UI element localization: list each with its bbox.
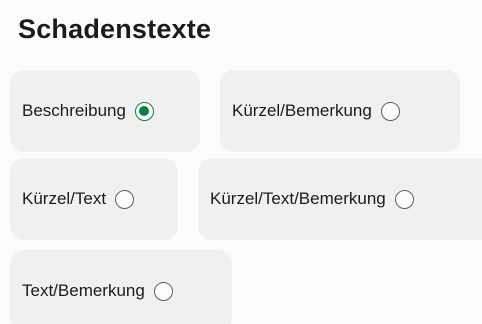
radio-unselected-icon[interactable] — [115, 189, 135, 209]
radio-unselected-icon[interactable] — [380, 101, 400, 121]
radio-unselected-icon[interactable] — [153, 281, 173, 301]
section-title: Schadenstexte — [18, 14, 212, 44]
option-kuerzel-text[interactable]: Kürzel/Text — [10, 158, 178, 240]
option-label: Kürzel/Text — [22, 189, 107, 208]
schadenstexte-panel: Schadenstexte Beschreibung Kürzel/Bemerk… — [0, 0, 482, 324]
option-label: Kürzel/Bemerkung — [232, 101, 372, 120]
option-label: Text/Bemerkung — [22, 281, 145, 300]
option-kuerzel-text-bemerkung[interactable]: Kürzel/Text/Bemerkung — [198, 158, 482, 240]
option-kuerzel-bemerkung[interactable]: Kürzel/Bemerkung — [220, 70, 460, 152]
option-text-bemerkung[interactable]: Text/Bemerkung — [10, 250, 232, 324]
radio-unselected-icon[interactable] — [394, 189, 414, 209]
option-beschreibung[interactable]: Beschreibung — [10, 70, 200, 152]
option-label: Beschreibung — [22, 101, 126, 120]
option-label: Kürzel/Text/Bemerkung — [210, 189, 386, 208]
radio-selected-icon[interactable] — [134, 101, 154, 121]
